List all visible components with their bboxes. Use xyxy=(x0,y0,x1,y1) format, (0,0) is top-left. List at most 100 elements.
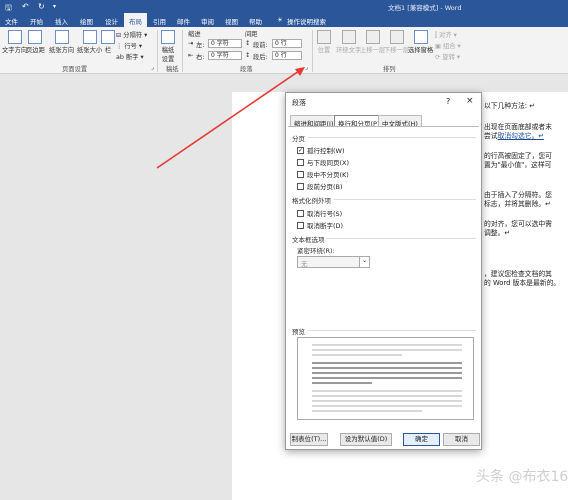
bring-forward-icon xyxy=(365,30,380,44)
align-button[interactable]: ⫿ 对齐 ▾ xyxy=(435,30,457,40)
preview-line xyxy=(312,405,462,407)
tell-me-search[interactable]: 操作说明搜索 xyxy=(287,16,326,26)
tab-help[interactable]: 帮助 xyxy=(249,16,262,26)
draft-group-label: 稿纸 xyxy=(166,66,179,73)
spacing-after-input[interactable]: 0 行 xyxy=(272,51,302,60)
separator xyxy=(312,30,313,72)
paragraph-dialog: 段落 ? × 缩进和间距(I) 换行和分页(P) 中文版式(H) 分页 ✓ 孤行控… xyxy=(285,92,482,450)
tab-insert[interactable]: 插入 xyxy=(55,16,68,26)
preview-line xyxy=(312,372,462,374)
tight-wrap-label: 紧密环绕(R): xyxy=(297,247,335,255)
separator xyxy=(157,30,158,72)
keep-lines-together-checkbox[interactable]: 段中不分页(K) xyxy=(297,169,349,179)
preview-line xyxy=(312,367,462,369)
page-setup-launcher-icon[interactable]: ⌟ xyxy=(151,64,154,71)
paragraph-group-label: 段落 xyxy=(240,66,253,73)
checkbox-checked: ✓ xyxy=(297,146,304,154)
text-direction-icon xyxy=(7,30,22,44)
margins-button[interactable]: 页边距 xyxy=(26,30,45,54)
indent-label: 缩进 xyxy=(188,31,201,38)
tab-references[interactable]: 引用 xyxy=(153,16,166,26)
selection-pane-button[interactable]: 选择窗格 xyxy=(408,30,433,54)
preview-heading: 预览 xyxy=(292,328,305,336)
bring-forward-button[interactable]: 上移一层 xyxy=(360,30,385,54)
keep-with-next-checkbox[interactable]: 与下段同页(X) xyxy=(297,157,349,167)
tight-wrap-select[interactable]: 无 ⌄ xyxy=(297,256,370,268)
indent-right-icon: ⇤ xyxy=(188,52,194,59)
tab-home[interactable]: 开始 xyxy=(30,16,43,26)
preview-line xyxy=(312,377,462,379)
wrap-text-button[interactable]: 环绕文字 xyxy=(336,30,361,54)
widow-control-checkbox[interactable]: ✓ 孤行控制(W) xyxy=(297,145,345,155)
pagination-heading: 分页 xyxy=(292,135,305,143)
dont-hyphenate-checkbox[interactable]: 取消断字(D) xyxy=(297,220,343,230)
arrange-group-label: 排列 xyxy=(383,66,396,73)
preview-line xyxy=(312,390,462,392)
page-break-before-checkbox[interactable]: 段前分页(B) xyxy=(297,181,343,191)
draft-paper-icon xyxy=(161,30,175,44)
cancel-button[interactable]: 取消 xyxy=(443,433,480,446)
wrap-text-icon xyxy=(341,30,356,44)
indent-left-input[interactable]: 0 字符 xyxy=(208,39,242,48)
customize-qat-icon[interactable]: ▾ xyxy=(53,3,56,10)
tab-mailings[interactable]: 邮件 xyxy=(177,16,190,26)
breaks-button[interactable]: ⊟ 分隔符 ▾ xyxy=(116,30,147,39)
orientation-button[interactable]: 纸张方向 xyxy=(49,30,74,54)
tab-layout[interactable]: 布局 xyxy=(124,13,147,27)
columns-button[interactable]: 栏 xyxy=(101,30,115,54)
separator xyxy=(182,30,183,72)
ok-button[interactable]: 确定 xyxy=(403,433,440,446)
columns-icon xyxy=(101,30,115,44)
preview-line xyxy=(312,395,462,397)
doc-line: 以下几种方法: ↵ xyxy=(484,102,535,110)
hyphenation-button[interactable]: ab 断字 ▾ xyxy=(116,52,144,61)
ribbon-tabs: 文件 开始 插入 绘图 设计 布局 引用 邮件 审阅 视图 帮助 ☀ 操作说明搜… xyxy=(0,13,568,27)
preview-line xyxy=(312,344,462,346)
draft-settings-button[interactable]: 稿纸 设置 xyxy=(161,30,175,63)
doc-line: 置为"最小值"，这样可 xyxy=(484,161,552,169)
size-button[interactable]: 纸张大小 xyxy=(77,30,102,54)
orientation-icon xyxy=(54,30,69,44)
line-numbers-button[interactable]: ⋮ 行号 ▾ xyxy=(116,41,142,50)
spacing-before-input[interactable]: 0 行 xyxy=(272,39,302,48)
undo-icon[interactable]: ↶ xyxy=(22,2,29,11)
checkbox xyxy=(297,209,304,217)
doc-line: 调整。↵ xyxy=(484,229,511,237)
checkbox xyxy=(297,221,304,229)
tab-design[interactable]: 设计 xyxy=(105,16,118,26)
spacing-after-icon: ↕ xyxy=(245,52,251,59)
lightbulb-icon: ☀ xyxy=(277,16,283,24)
paragraph-preview xyxy=(297,337,474,420)
spacing-before-label: 段前: xyxy=(253,42,268,49)
doc-line: 标志，并将其删除。↵ xyxy=(484,200,551,208)
ribbon: 文字方向 页边距 纸张方向 纸张大小 栏 ⊟ 分隔符 ▾ ⋮ 行号 ▾ ab 断… xyxy=(0,27,568,74)
preview-line xyxy=(312,400,462,402)
tab-file[interactable]: 文件 xyxy=(5,16,18,26)
indent-left-icon: ⇥ xyxy=(188,40,194,47)
tabs-button[interactable]: 制表位(T)... xyxy=(290,433,328,446)
send-backward-icon xyxy=(389,30,404,44)
preview-line xyxy=(312,382,372,384)
tab-draw[interactable]: 绘图 xyxy=(80,16,93,26)
set-as-default-button[interactable]: 设为默认值(D) xyxy=(340,433,392,446)
doc-line: 的 Word 版本是最新的。 xyxy=(484,279,561,287)
section-divider xyxy=(334,199,476,200)
rotate-button[interactable]: ⟳ 旋转 ▾ xyxy=(435,52,460,61)
paragraph-launcher-icon[interactable]: ⌟ xyxy=(305,64,308,71)
close-icon[interactable]: × xyxy=(466,96,474,106)
spacing-before-icon: ↕ xyxy=(245,40,251,47)
group-button[interactable]: ▣ 组合 ▾ xyxy=(435,41,461,50)
indent-left-label: 左: xyxy=(196,42,205,49)
tab-view[interactable]: 视图 xyxy=(225,16,238,26)
suppress-line-numbers-checkbox[interactable]: 取消行号(S) xyxy=(297,208,342,218)
indent-right-input[interactable]: 0 字符 xyxy=(208,51,242,60)
text-direction-button[interactable]: 文字方向 xyxy=(2,30,27,54)
send-backward-button[interactable]: 下移一层 xyxy=(384,30,409,54)
tab-review[interactable]: 审阅 xyxy=(201,16,214,26)
section-divider xyxy=(326,238,476,239)
textbox-options-heading: 文本框选项 xyxy=(292,236,325,244)
redo-icon[interactable]: ↻ xyxy=(38,2,45,11)
preview-line xyxy=(312,362,462,364)
position-button[interactable]: 位置 xyxy=(317,30,331,54)
help-icon[interactable]: ? xyxy=(446,97,450,106)
